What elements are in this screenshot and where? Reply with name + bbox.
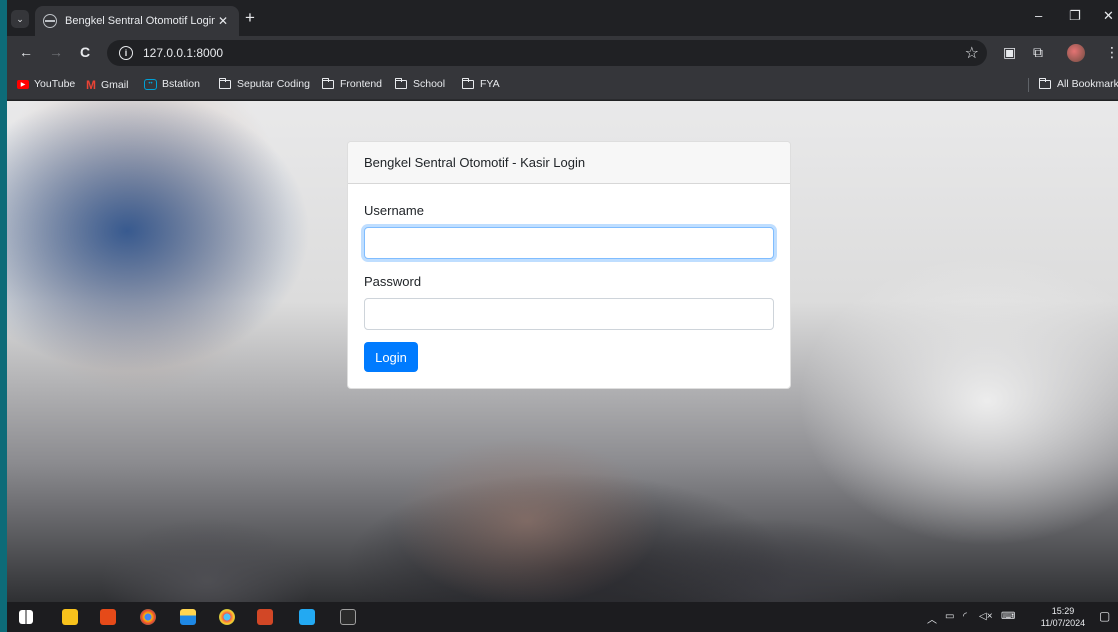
- password-input[interactable]: [364, 298, 774, 330]
- bookmark-star-icon[interactable]: ☆: [965, 43, 979, 63]
- tray-chevron-icon[interactable]: ︿: [927, 611, 937, 626]
- system-clock[interactable]: 15:29 11/07/2024: [1035, 605, 1091, 629]
- lens-icon[interactable]: ▣: [1003, 44, 1016, 61]
- volume-icon[interactable]: ◁×: [979, 611, 993, 622]
- bookmark-label: School: [413, 78, 446, 90]
- back-button[interactable]: ←: [19, 44, 33, 60]
- keyboard-icon[interactable]: ⌨: [1001, 611, 1015, 622]
- url-text: 127.0.0.1:8000: [143, 46, 224, 60]
- bookmark-folder-fya[interactable]: FYA: [462, 77, 500, 90]
- tab-title: Bengkel Sentral Otomotif Login: [65, 15, 215, 27]
- new-tab-button[interactable]: +: [245, 9, 255, 27]
- bookmark-folder-seputar-coding[interactable]: Seputar Coding: [219, 77, 310, 90]
- chrome-active-icon[interactable]: [219, 609, 235, 625]
- bookmark-label: Gmail: [101, 79, 129, 91]
- login-button[interactable]: Login: [364, 342, 418, 372]
- username-input[interactable]: [364, 227, 774, 259]
- folder-icon: [395, 77, 407, 89]
- folder-icon: [219, 77, 231, 89]
- folder-icon: [1039, 77, 1051, 89]
- bookmark-label: Frontend: [340, 78, 383, 90]
- login-card: Bengkel Sentral Otomotif - Kasir Login U…: [347, 141, 791, 389]
- clock-date: 11/07/2024: [1040, 618, 1086, 628]
- bookmark-youtube[interactable]: ▶ YouTube: [17, 78, 75, 90]
- minimize-button[interactable]: –: [1035, 8, 1042, 23]
- bookmark-label: YouTube: [34, 78, 76, 90]
- sticky-notes-icon[interactable]: [62, 609, 78, 625]
- bookmark-label: Seputar Coding: [237, 78, 310, 90]
- address-bar[interactable]: i 127.0.0.1:8000 ☆: [107, 40, 987, 66]
- clock-time: 15:29: [1051, 606, 1075, 616]
- file-explorer-icon[interactable]: [180, 609, 196, 625]
- folder-icon: [322, 77, 334, 89]
- page-viewport: Bengkel Sentral Otomotif - Kasir Login U…: [7, 101, 1118, 602]
- vscode-icon[interactable]: [299, 609, 315, 625]
- browser-tab[interactable]: Bengkel Sentral Otomotif Login ✕: [35, 6, 239, 36]
- windows-start-icon[interactable]: [19, 610, 33, 624]
- terminal-icon[interactable]: [340, 609, 356, 625]
- notifications-icon[interactable]: ▢: [1099, 609, 1110, 623]
- office-icon[interactable]: [100, 609, 116, 625]
- profile-avatar[interactable]: [1067, 44, 1085, 62]
- username-label: Username: [364, 203, 424, 218]
- reload-button[interactable]: C: [80, 44, 90, 60]
- windows-taskbar: ︿ ▭ ◜ ◁× ⌨ 15:29 11/07/2024 ▢: [7, 602, 1118, 632]
- browser-toolbar: ← → C i 127.0.0.1:8000 ☆ ▣ ⧉ ⋮: [7, 36, 1118, 70]
- forward-button[interactable]: →: [49, 44, 63, 60]
- tab-search-button[interactable]: ⌄: [11, 10, 29, 28]
- bookmark-bstation[interactable]: •• Bstation: [144, 78, 200, 90]
- folder-icon: [462, 77, 474, 89]
- all-bookmarks-button[interactable]: All Bookmarks: [1039, 77, 1118, 90]
- browser-window: ⌄ Bengkel Sentral Otomotif Login ✕ + – ❐…: [7, 0, 1118, 632]
- bookmarks-bar: ▶ YouTube M Gmail •• Bstation Seputar Co…: [7, 70, 1118, 100]
- menu-icon[interactable]: ⋮: [1105, 44, 1118, 61]
- bookmark-label: Bstation: [162, 78, 200, 90]
- chrome-icon[interactable]: [140, 609, 156, 625]
- battery-icon[interactable]: ▭: [945, 611, 954, 622]
- site-info-icon[interactable]: i: [119, 46, 133, 60]
- restore-button[interactable]: ❐: [1069, 8, 1081, 24]
- gmail-icon: M: [86, 78, 96, 92]
- tab-close-icon[interactable]: ✕: [215, 14, 231, 28]
- bookmark-folder-school[interactable]: School: [395, 77, 446, 90]
- close-window-button[interactable]: ✕: [1103, 8, 1114, 24]
- all-bookmarks-label: All Bookmarks: [1057, 78, 1118, 90]
- bookmarks-separator: [1028, 78, 1029, 92]
- bookmark-gmail[interactable]: M Gmail: [86, 78, 128, 92]
- extensions-icon[interactable]: ⧉: [1033, 44, 1043, 61]
- youtube-icon: ▶: [17, 79, 29, 89]
- powerpoint-icon[interactable]: [257, 609, 273, 625]
- bookmark-folder-frontend[interactable]: Frontend: [322, 77, 383, 90]
- password-label: Password: [364, 274, 422, 289]
- bookmark-label: FYA: [480, 78, 500, 90]
- tab-strip: ⌄ Bengkel Sentral Otomotif Login ✕ + – ❐…: [7, 0, 1118, 36]
- login-card-header: Bengkel Sentral Otomotif - Kasir Login: [348, 142, 790, 184]
- login-card-title: Bengkel Sentral Otomotif - Kasir Login: [364, 155, 586, 170]
- bstation-icon: ••: [144, 78, 157, 90]
- globe-icon: [43, 14, 57, 28]
- wifi-icon[interactable]: ◜: [963, 611, 967, 622]
